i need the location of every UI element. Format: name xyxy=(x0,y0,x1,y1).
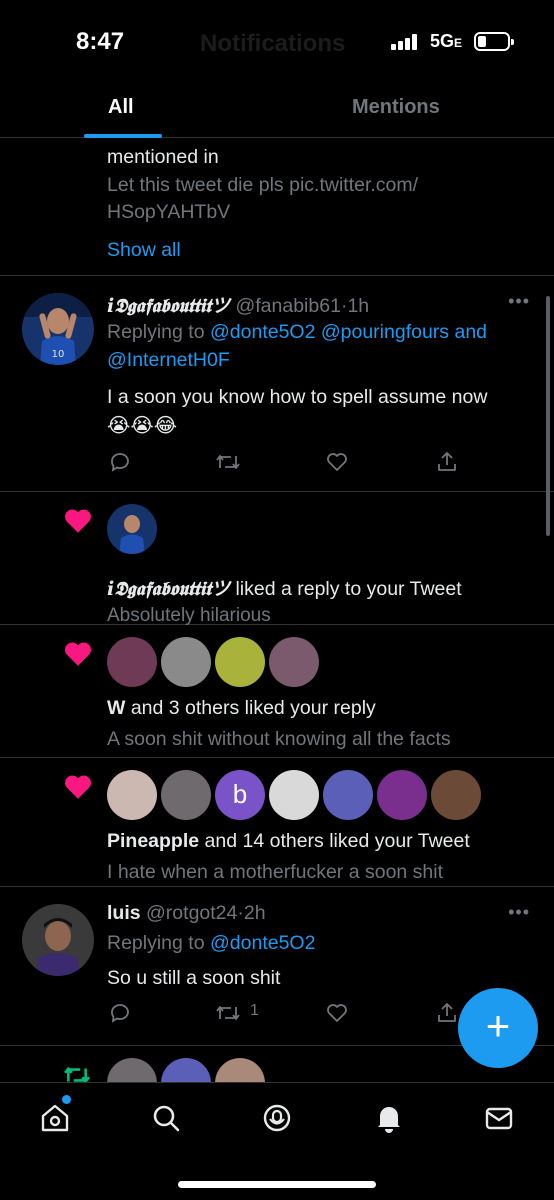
tweet-header: luis @rotgot24·2h xyxy=(107,902,266,924)
tweet-text: So u still a soon shit xyxy=(107,967,281,989)
avatar[interactable] xyxy=(161,770,211,820)
liker-name[interactable]: Pineapple xyxy=(107,830,199,852)
avatar[interactable] xyxy=(269,637,319,687)
handle[interactable]: @fanabib61 xyxy=(235,295,340,317)
avatar[interactable] xyxy=(269,770,319,820)
bottom-navigation xyxy=(0,1082,554,1200)
handle[interactable]: @rotgot24 xyxy=(146,902,237,924)
mention-links[interactable]: @donte5O2 @pouringfours and xyxy=(210,321,487,343)
spaces-icon[interactable] xyxy=(260,1101,294,1135)
avatar-letter: b xyxy=(232,779,248,809)
mention-group-notification[interactable]: mentioned in Let this tweet die pls pic.… xyxy=(0,139,554,276)
reply-icon[interactable] xyxy=(107,1001,133,1025)
avatar[interactable] xyxy=(161,637,211,687)
mention-group-text: mentioned in xyxy=(107,146,219,168)
timestamp: 2h xyxy=(243,902,266,924)
tab-all[interactable]: All xyxy=(108,96,134,119)
home-notification-dot xyxy=(62,1095,71,1104)
avatar[interactable] xyxy=(107,1058,157,1082)
avatar[interactable] xyxy=(22,904,94,976)
tweet-header: i𝕯𝖌𝖆𝖋𝖆𝖇𝖔𝖚𝖙𝖙𝖎𝖙ツ @fanabib61·1h xyxy=(107,295,370,317)
home-indicator[interactable] xyxy=(178,1181,376,1188)
avatar[interactable] xyxy=(107,637,157,687)
like-icon[interactable] xyxy=(324,1001,350,1025)
avatar[interactable] xyxy=(107,504,157,554)
mention-preview-line1: Let this tweet die pls pic.twitter.com/ xyxy=(107,174,419,196)
like-text: W and 3 others liked your reply xyxy=(107,697,376,719)
display-name[interactable]: i𝕯𝖌𝖆𝖋𝖆𝖇𝖔𝖚𝖙𝖙𝖎𝖙ツ xyxy=(107,295,230,317)
show-all-link[interactable]: Show all xyxy=(107,239,181,262)
avatar[interactable] xyxy=(161,1058,211,1082)
tab-mentions[interactable]: Mentions xyxy=(352,96,440,119)
home-icon[interactable] xyxy=(38,1101,72,1135)
like-text: Pineapple and 14 others liked your Tweet xyxy=(107,830,470,852)
like-notification[interactable]: i𝕯𝖌𝖆𝖋𝖆𝖇𝖔𝖚𝖙𝖙𝖎𝖙ツ liked a reply to your Twe… xyxy=(0,492,554,626)
display-name[interactable]: luis xyxy=(107,902,141,924)
retweet-icon[interactable] xyxy=(215,1001,241,1025)
retweet-count: 1 xyxy=(250,1002,259,1019)
avatar[interactable] xyxy=(431,770,481,820)
avatar[interactable] xyxy=(107,770,157,820)
retweet-icon[interactable] xyxy=(215,450,241,474)
liked-preview: Absolutely hilarious xyxy=(107,605,271,626)
mention-link-internethof[interactable]: @InternetH0F xyxy=(107,349,230,372)
liked-preview: I hate when a motherfucker a soon shit xyxy=(107,861,444,883)
retweet-icon xyxy=(64,1067,90,1082)
heart-icon xyxy=(65,642,91,666)
avatar[interactable] xyxy=(323,770,373,820)
more-icon[interactable]: ••• xyxy=(508,291,530,312)
avatar[interactable] xyxy=(215,637,265,687)
notifications-feed[interactable]: mentioned in Let this tweet die pls pic.… xyxy=(0,139,554,1082)
scrollbar[interactable] xyxy=(546,296,550,536)
search-icon[interactable] xyxy=(149,1101,183,1135)
like-notification[interactable]: W and 3 others liked your reply A soon s… xyxy=(0,625,554,758)
reply-tweet[interactable]: 10 i𝕯𝖌𝖆𝖋𝖆𝖇𝖔𝖚𝖙𝖙𝖎𝖙ツ @fanabib61·1h ••• Repl… xyxy=(0,276,554,492)
avatar[interactable] xyxy=(377,770,427,820)
heart-icon xyxy=(65,775,91,799)
battery-icon xyxy=(474,32,514,51)
notifications-icon[interactable] xyxy=(372,1101,406,1135)
share-icon[interactable] xyxy=(434,450,460,474)
timestamp: 1h xyxy=(347,295,370,317)
compose-tweet-button[interactable]: + xyxy=(458,988,538,1068)
tweet-emoji: 😭😭😂 xyxy=(107,415,178,437)
mention-link[interactable]: @donte5O2 xyxy=(210,932,315,954)
tweet-text: I a soon you know how to spell assume no… xyxy=(107,386,488,408)
liked-preview: A soon shit without knowing all the fact… xyxy=(107,728,451,750)
heart-icon xyxy=(65,509,91,533)
svg-text:10: 10 xyxy=(52,349,65,360)
network-indicator: 5GE xyxy=(430,31,463,51)
messages-icon[interactable] xyxy=(482,1101,516,1135)
like-text: i𝕯𝖌𝖆𝖋𝖆𝖇𝖔𝖚𝖙𝖙𝖎𝖙ツ liked a reply to your Twe… xyxy=(107,578,462,600)
like-icon[interactable] xyxy=(324,450,350,474)
status-bar: Notifications 8:47 5GE xyxy=(0,0,554,84)
replying-to: Replying to @donte5O2 @pouringfours and xyxy=(107,321,488,343)
more-icon[interactable]: ••• xyxy=(508,902,530,923)
replying-to: Replying to @donte5O2 xyxy=(107,932,316,954)
header-title-faded: Notifications xyxy=(200,30,346,57)
avatar[interactable] xyxy=(215,1058,265,1082)
signal-icon xyxy=(391,34,419,50)
avatar[interactable]: b xyxy=(215,770,265,820)
active-tab-indicator xyxy=(84,134,162,138)
notification-tabs: All Mentions xyxy=(0,84,554,138)
liker-name[interactable]: W xyxy=(107,697,125,719)
avatar[interactable]: 10 xyxy=(22,293,94,365)
share-icon[interactable] xyxy=(434,1001,460,1025)
mention-preview-line2: HSopYAHTbV xyxy=(107,201,231,223)
like-notification[interactable]: b Pineapple and 14 others liked your Twe… xyxy=(0,758,554,887)
liker-name[interactable]: i𝕯𝖌𝖆𝖋𝖆𝖇𝖔𝖚𝖙𝖙𝖎𝖙ツ xyxy=(107,578,230,600)
reply-icon[interactable] xyxy=(107,450,133,474)
status-time: 8:47 xyxy=(76,28,125,55)
